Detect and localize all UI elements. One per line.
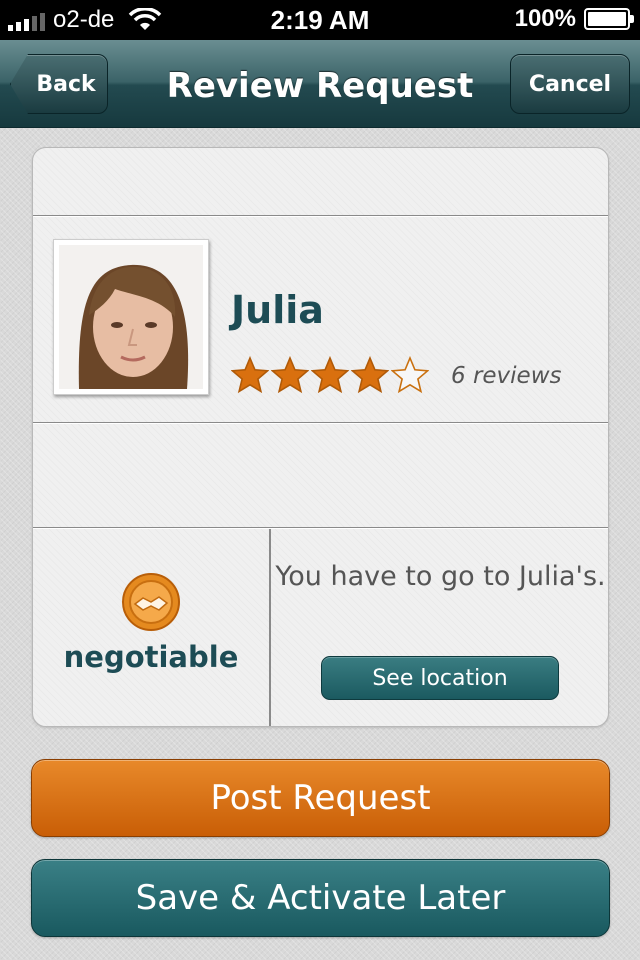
- request-card: Julia 6 reviews negotiable You have to g…: [32, 147, 609, 727]
- user-photo: [59, 245, 203, 389]
- divider: [33, 527, 608, 529]
- reviews-link[interactable]: 6 reviews: [451, 363, 562, 389]
- divider: [33, 422, 608, 424]
- divider: [33, 215, 608, 217]
- battery-percent: 100%: [514, 5, 576, 32]
- price-label: negotiable: [63, 640, 239, 674]
- star-filled-icon: [311, 356, 349, 394]
- star-empty-icon: [391, 356, 429, 394]
- post-request-button[interactable]: Post Request: [31, 759, 610, 837]
- star-filled-icon: [231, 356, 269, 394]
- handshake-coin-icon: [122, 573, 180, 631]
- see-location-button[interactable]: See location: [321, 656, 559, 700]
- location-text: You have to go to Julia's.: [275, 561, 606, 592]
- navigation-bar: Back Review Request Cancel: [0, 40, 640, 128]
- battery-icon: [584, 8, 634, 30]
- save-activate-later-button[interactable]: Save & Activate Later: [31, 859, 610, 937]
- cancel-button[interactable]: Cancel: [510, 54, 630, 114]
- status-bar: o2-de 2:19 AM 100%: [0, 0, 640, 40]
- avatar: [53, 239, 209, 395]
- user-name: Julia: [231, 288, 324, 332]
- star-rating: [231, 356, 429, 394]
- star-filled-icon: [351, 356, 389, 394]
- star-filled-icon: [271, 356, 309, 394]
- status-right: 100%: [514, 5, 634, 33]
